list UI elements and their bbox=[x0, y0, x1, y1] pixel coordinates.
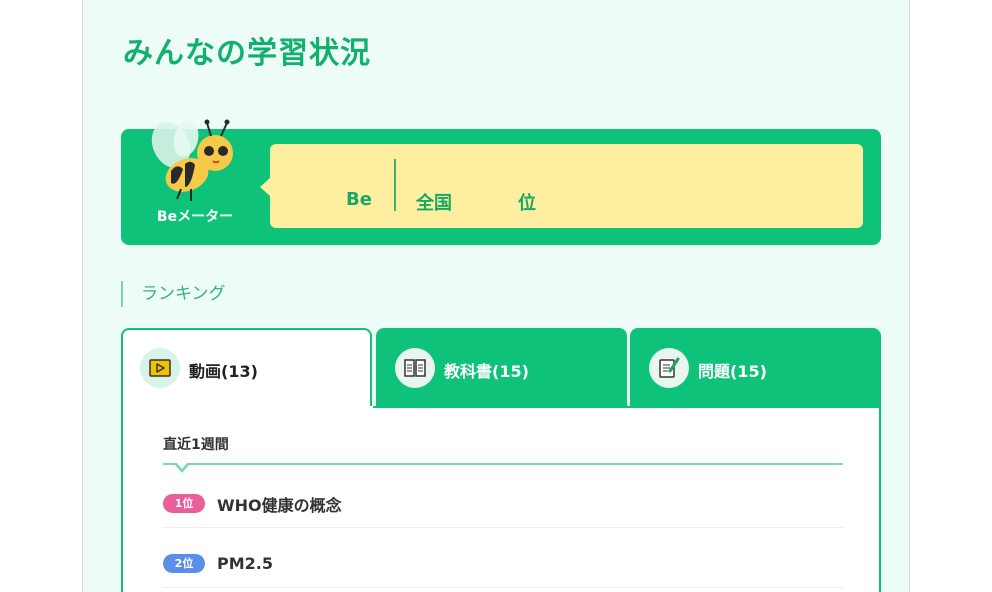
bee-icon bbox=[151, 119, 233, 201]
tab-textbook-label: 教科書(15) bbox=[444, 362, 529, 381]
be-meter-label: Beメーター bbox=[156, 209, 234, 225]
ranking-item[interactable]: 2位 PM2.5 bbox=[163, 540, 843, 588]
ranking-item-title: PM2.5 bbox=[217, 554, 273, 573]
ranking-tabs: 動画(13) 教科書(15) 問題(15) bbox=[121, 328, 881, 410]
bubble-divider bbox=[394, 159, 396, 211]
tab-problems[interactable]: 問題(15) bbox=[630, 328, 881, 408]
period-divider bbox=[163, 463, 843, 465]
be-score-label: Be bbox=[346, 189, 372, 210]
tab-problems-label: 問題(15) bbox=[698, 362, 767, 381]
ranking-item-title: WHO健康の概念 bbox=[217, 495, 342, 515]
period-label: 直近1週間 bbox=[163, 437, 229, 453]
national-label: 全国 bbox=[416, 193, 452, 214]
rank-badge: 2位 bbox=[163, 554, 205, 573]
panel-top-border bbox=[373, 406, 881, 408]
page-title: みんなの学習状況 bbox=[123, 36, 371, 71]
tab-textbook[interactable]: 教科書(15) bbox=[376, 328, 627, 408]
rank-suffix: 位 bbox=[518, 193, 536, 214]
video-play-icon bbox=[140, 348, 180, 388]
tab-video-label: 動画(13) bbox=[189, 362, 258, 381]
period-notch bbox=[175, 463, 189, 473]
ranking-heading: ランキング bbox=[121, 281, 226, 307]
be-meter: Beメーター Be 全国 位 bbox=[121, 119, 881, 245]
be-meter-bubble: Be 全国 位 bbox=[260, 144, 863, 228]
tab-video[interactable]: 動画(13) bbox=[121, 328, 372, 410]
quiz-pencil-icon bbox=[649, 348, 689, 388]
book-icon bbox=[395, 348, 435, 388]
rank-badge: 1位 bbox=[163, 494, 205, 513]
ranking-panel: 直近1週間 1位 WHO健康の概念 2位 PM2.5 bbox=[121, 406, 881, 592]
ranking-item[interactable]: 1位 WHO健康の概念 bbox=[163, 480, 843, 528]
main-frame: みんなの学習状況 Beメーター Be 全国 位 ランキング 動画(13) 教科書… bbox=[82, 0, 910, 592]
